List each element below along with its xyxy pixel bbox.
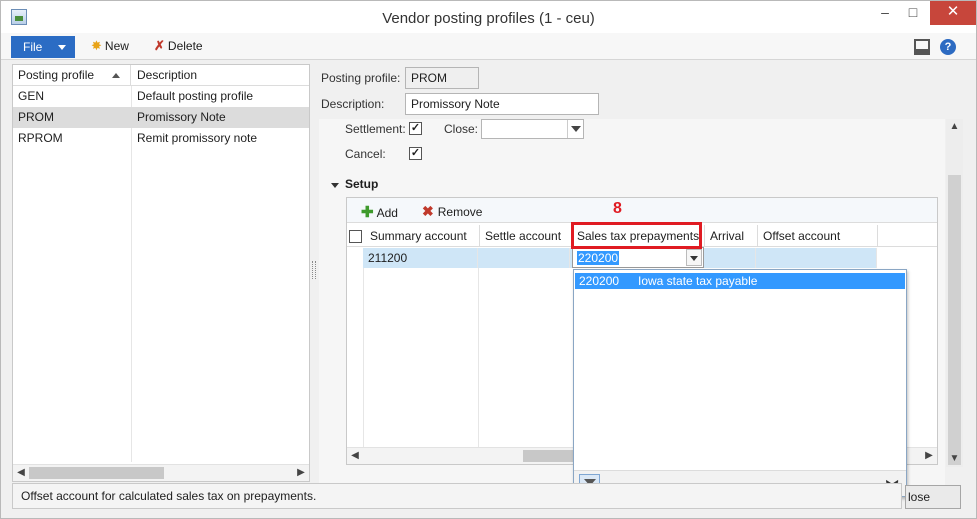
cell-settle-account[interactable] xyxy=(478,248,570,268)
new-star-icon: ✸ xyxy=(91,38,102,53)
scroll-left-icon[interactable]: ◀ xyxy=(13,465,29,481)
table-row[interactable]: GEN Default posting profile xyxy=(13,86,309,107)
cell-summary-account[interactable]: 211200 xyxy=(363,248,478,268)
delete-x-icon: ✗ xyxy=(154,38,165,53)
cell-offset-account[interactable] xyxy=(756,248,877,268)
scroll-thumb[interactable] xyxy=(29,467,164,479)
vendor-posting-profiles-window: Vendor posting profiles (1 - ceu) – □ ✕ … xyxy=(0,0,977,519)
settlement-checkbox[interactable]: ✓ xyxy=(409,122,422,135)
close-label: Close: xyxy=(444,122,479,136)
title-bar: Vendor posting profiles (1 - ceu) – □ ✕ xyxy=(1,1,976,33)
new-label: New xyxy=(104,39,129,53)
collapse-triangle-icon[interactable] xyxy=(331,183,339,188)
status-bar: Offset account for calculated sales tax … xyxy=(12,483,902,509)
lookup-account-code: 220200 xyxy=(579,274,620,288)
table-row[interactable]: RPROM Remit promissory note xyxy=(13,128,309,149)
editor-value: 220200 xyxy=(577,251,620,265)
setup-section-title[interactable]: Setup xyxy=(345,177,378,191)
settlement-label: Settlement: xyxy=(345,122,406,136)
chevron-down-icon[interactable] xyxy=(567,120,583,138)
column-divider xyxy=(363,268,364,450)
help-icon[interactable]: ? xyxy=(940,39,956,55)
add-button[interactable]: ✚ Add xyxy=(361,203,398,221)
pane-splitter[interactable] xyxy=(312,261,316,279)
description-label: Description: xyxy=(321,97,385,111)
remove-label: Remove xyxy=(437,205,483,219)
column-header-arrival[interactable]: Arrival xyxy=(705,225,758,247)
close-window-button[interactable]: ✕ xyxy=(930,1,976,25)
annotation-step-number: 8 xyxy=(613,200,622,217)
cell-posting-profile: GEN xyxy=(18,89,45,103)
description-field[interactable]: Promissory Note xyxy=(405,93,599,115)
file-label: File xyxy=(23,40,43,54)
scroll-down-icon[interactable]: ▼ xyxy=(946,451,963,467)
select-all-checkbox[interactable] xyxy=(349,230,362,243)
remove-button[interactable]: ✖ Remove xyxy=(422,203,482,220)
scroll-right-icon[interactable]: ▶ xyxy=(293,465,309,481)
remove-x-icon: ✖ xyxy=(422,203,434,219)
setup-toolbar: ✚ Add ✖ Remove xyxy=(347,198,937,223)
cell-description: Default posting profile xyxy=(137,89,254,103)
annotation-highlight-box xyxy=(571,222,702,249)
window-title: Vendor posting profiles (1 - ceu) xyxy=(382,10,595,27)
new-button[interactable]: ✸ New xyxy=(91,38,129,56)
table-row-selected[interactable]: PROM Promissory Note xyxy=(13,107,309,128)
column-header-description[interactable]: Description xyxy=(132,65,309,85)
sort-ascending-icon xyxy=(112,73,120,78)
horizontal-scrollbar[interactable]: ◀ ▶ xyxy=(13,464,309,481)
grid-header: Posting profile Description xyxy=(13,65,309,86)
show-panel-icon[interactable] xyxy=(914,39,930,55)
scroll-left-icon[interactable]: ◀ xyxy=(347,448,363,464)
column-header-offset-account[interactable]: Offset account xyxy=(758,225,878,247)
cell-description: Remit promissory note xyxy=(137,131,258,145)
delete-button[interactable]: ✗ Delete xyxy=(154,38,203,56)
add-label: Add xyxy=(376,206,398,220)
cancel-checkbox[interactable]: ✓ xyxy=(409,147,422,160)
cell-posting-profile: RPROM xyxy=(18,131,63,145)
cancel-label: Cancel: xyxy=(345,147,386,161)
posting-profile-label: Posting profile: xyxy=(321,71,401,85)
posting-profile-field[interactable]: PROM xyxy=(405,67,479,89)
scroll-thumb[interactable] xyxy=(523,450,575,462)
cell-description: Promissory Note xyxy=(137,110,226,124)
close-select[interactable] xyxy=(481,119,584,139)
cell-arrival[interactable] xyxy=(703,248,756,268)
close-button[interactable]: lose xyxy=(905,485,961,509)
maximize-button[interactable]: □ xyxy=(899,1,927,25)
delete-label: Delete xyxy=(167,39,203,53)
lookup-dropdown-icon[interactable] xyxy=(686,249,702,266)
column-header-settle-account[interactable]: Settle account xyxy=(480,225,572,247)
account-lookup-popup: 220200 Iowa state tax payable ❯ xyxy=(573,269,907,497)
vertical-scrollbar[interactable]: ▲ ▼ xyxy=(946,119,963,467)
file-menu-button[interactable]: File xyxy=(11,36,75,58)
cell-posting-profile: PROM xyxy=(18,110,54,124)
posting-profile-grid: Posting profile Description GEN Default … xyxy=(12,64,310,482)
scroll-up-icon[interactable]: ▲ xyxy=(946,119,963,135)
chevron-down-icon xyxy=(58,45,66,50)
minimize-button[interactable]: – xyxy=(871,1,899,25)
lookup-row[interactable]: 220200 Iowa state tax payable xyxy=(575,273,905,289)
lookup-account-name: Iowa state tax payable xyxy=(638,274,758,288)
scroll-thumb[interactable] xyxy=(948,175,961,465)
scroll-right-icon[interactable]: ▶ xyxy=(921,448,937,464)
action-pane: File ✸ New ✗ Delete ? xyxy=(1,33,976,60)
column-header-summary-account[interactable]: Summary account xyxy=(365,225,480,247)
add-plus-icon: ✚ xyxy=(361,204,374,221)
sales-tax-prepayments-editor[interactable]: 220200 xyxy=(572,247,704,268)
column-divider xyxy=(478,268,479,450)
